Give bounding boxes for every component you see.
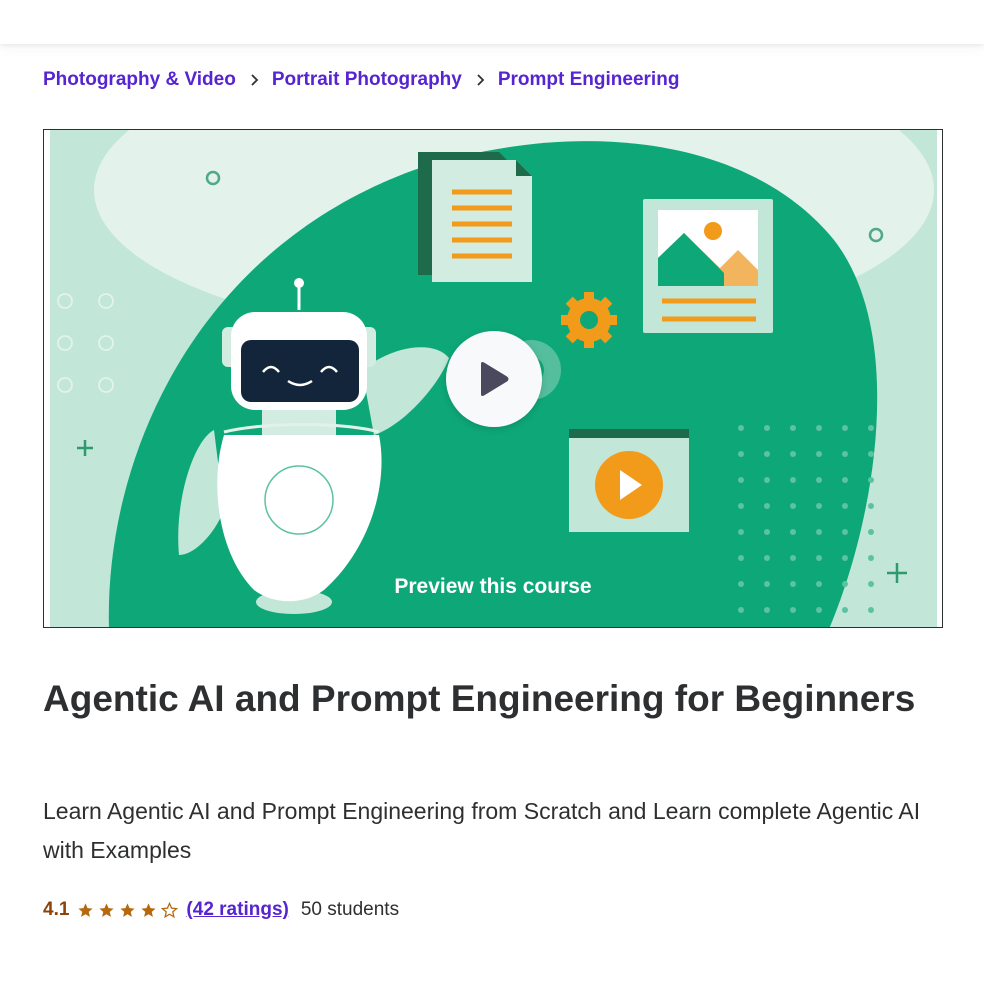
chevron-right-icon (462, 70, 498, 90)
image-card-icon (643, 199, 773, 333)
course-title: Agentic AI and Prompt Engineering for Be… (43, 678, 916, 719)
star-empty-icon (161, 901, 179, 918)
course-preview-video[interactable]: Preview this course (43, 129, 943, 628)
preview-course-label: Preview this course (394, 575, 592, 598)
breadcrumb: Photography & Video Portrait Photography… (43, 67, 679, 93)
chevron-right-icon (236, 70, 272, 90)
preview-play-button[interactable] (446, 331, 542, 427)
rating-value: 4.1 (43, 899, 70, 920)
course-rating-row: 4.1 (42 ratings) 50 students (43, 896, 399, 924)
top-header-bar (0, 0, 984, 44)
breadcrumb-link-portrait-photography[interactable]: Portrait Photography (272, 69, 462, 91)
ratings-count-link[interactable]: (42 ratings) (186, 899, 288, 921)
star-filled-icon (141, 902, 157, 917)
star-filled-icon (120, 902, 136, 917)
students-count: 50 students (300, 899, 400, 920)
video-card-icon (569, 429, 689, 532)
star-filled-icon (78, 902, 94, 917)
rating-stars (77, 901, 179, 919)
document-icon (418, 152, 532, 282)
play-icon (481, 362, 509, 396)
course-subtitle: Learn Agentic AI and Prompt Engineering … (43, 798, 921, 863)
breadcrumb-link-prompt-engineering[interactable]: Prompt Engineering (498, 69, 680, 91)
breadcrumb-link-photography-video[interactable]: Photography & Video (43, 69, 236, 91)
star-filled-icon (99, 902, 115, 917)
